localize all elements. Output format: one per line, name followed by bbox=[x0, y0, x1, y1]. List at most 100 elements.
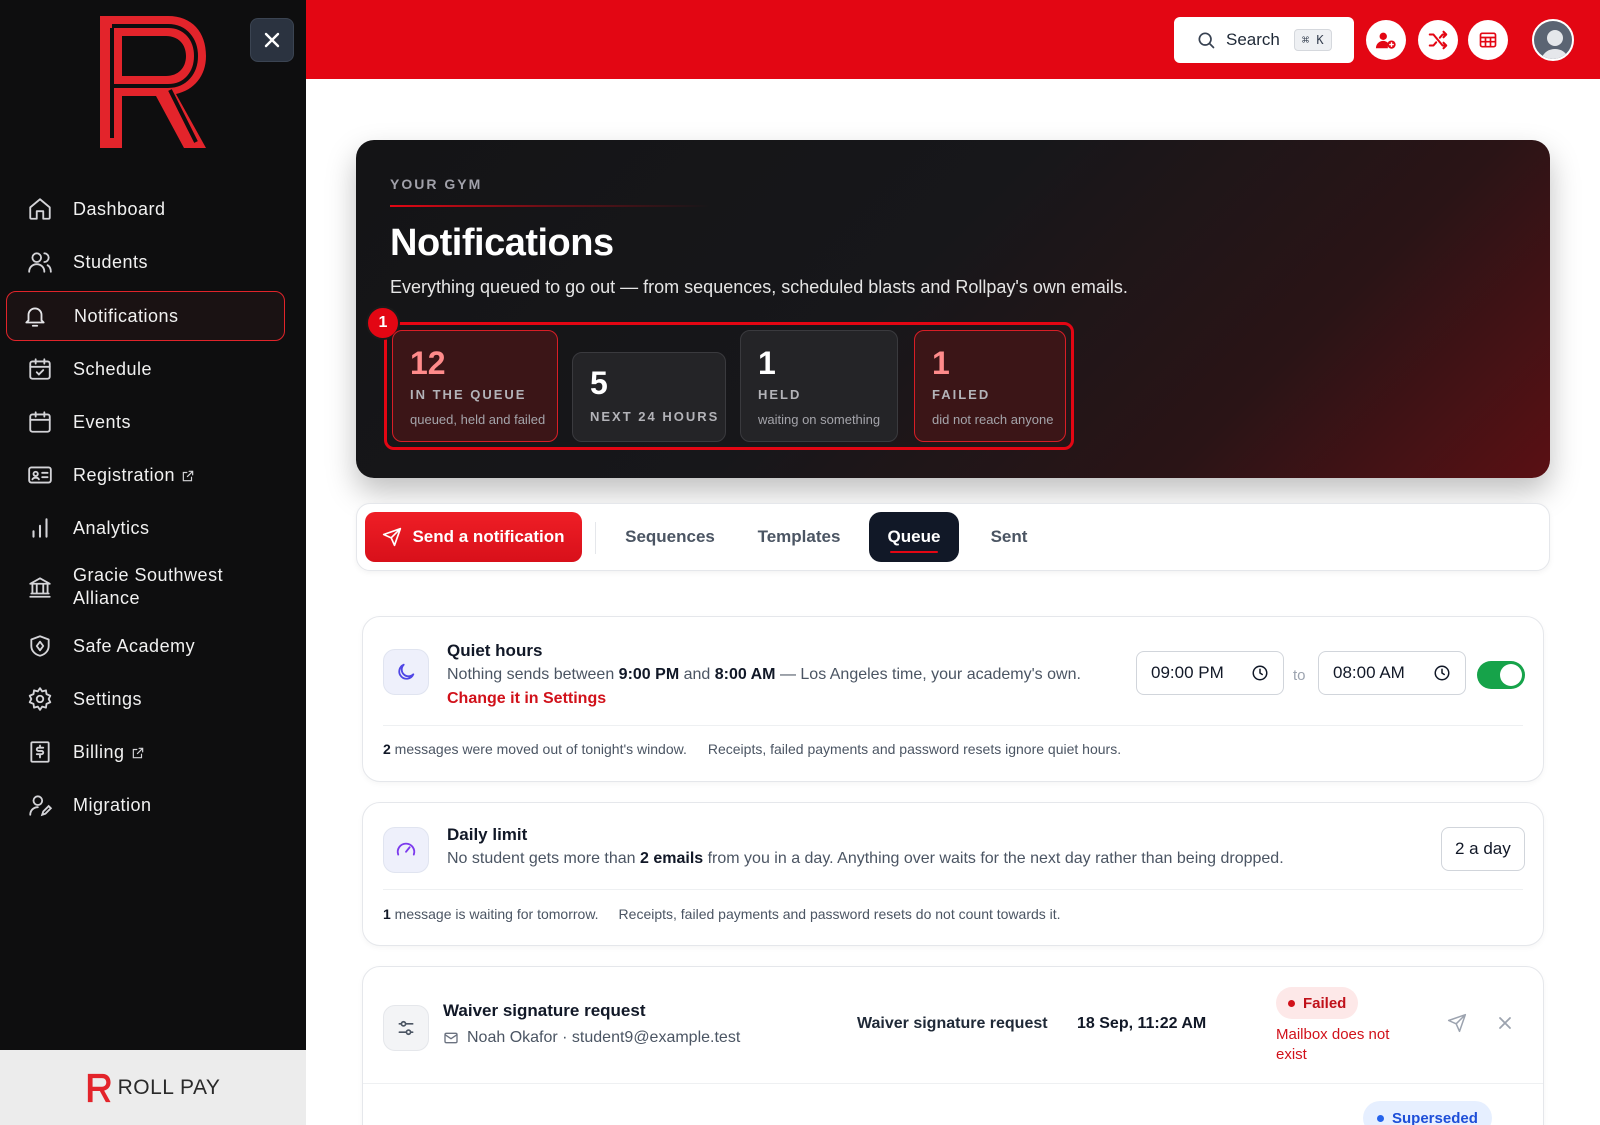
stat-label: NEXT 24 HOURS bbox=[590, 409, 720, 424]
card-divider bbox=[383, 725, 1523, 726]
close-icon bbox=[264, 32, 280, 48]
dl-note-extra: Receipts, failed payments and password r… bbox=[618, 906, 1061, 922]
status-dot bbox=[1377, 1114, 1384, 1122]
search-button[interactable]: Search ⌘ K bbox=[1174, 17, 1354, 63]
quiet-hours-from-input[interactable]: 09:00 PM bbox=[1136, 651, 1284, 695]
sidebar-item-label: Analytics bbox=[73, 517, 150, 538]
toggle-knob bbox=[1500, 664, 1522, 686]
search-icon bbox=[1198, 32, 1215, 49]
avatar[interactable] bbox=[1532, 19, 1574, 61]
dollar-icon bbox=[26, 738, 54, 766]
sidebar-item-students[interactable]: Students bbox=[6, 237, 285, 287]
sidebar-item-migration[interactable]: Migration bbox=[6, 780, 285, 830]
tab-queue-label: Queue bbox=[887, 527, 941, 546]
status-label: Failed bbox=[1303, 994, 1347, 1012]
stat-card-in-queue[interactable]: 12 IN THE QUEUE queued, held and failed bbox=[392, 330, 558, 442]
close-sidebar-button[interactable] bbox=[250, 18, 294, 62]
stat-value: 1 bbox=[932, 345, 950, 381]
sidebar-item-label: Billing bbox=[73, 741, 145, 764]
home-icon bbox=[26, 195, 54, 223]
user-add-button[interactable] bbox=[1366, 20, 1406, 60]
search-shortcut: ⌘ K bbox=[1293, 29, 1332, 51]
dl-note-count: 1 bbox=[383, 906, 391, 922]
stat-card-held[interactable]: 1 HELD waiting on something bbox=[740, 330, 898, 442]
notifications-hero: YOUR GYM Notifications Everything queued… bbox=[356, 140, 1550, 478]
quiet-hours-title: Quiet hours bbox=[447, 641, 543, 660]
sidebar-item-safe-academy[interactable]: Safe Academy bbox=[6, 621, 285, 671]
card-divider bbox=[383, 889, 1523, 890]
id-card-icon bbox=[26, 461, 54, 489]
sidebar-item-notifications[interactable]: Notifications bbox=[6, 291, 285, 341]
send-icon bbox=[383, 527, 402, 547]
queue-item-recipient: Noah Okafor · student9@example.test bbox=[443, 1029, 740, 1047]
stat-label: HELD bbox=[758, 387, 802, 402]
external-link-icon bbox=[182, 470, 194, 481]
user-plus-icon bbox=[1375, 32, 1396, 49]
external-link-icon bbox=[132, 747, 143, 758]
tab-sequences[interactable]: Sequences bbox=[613, 512, 727, 562]
active-tab-underline bbox=[890, 551, 938, 553]
sidebar-item-label: Settings bbox=[73, 688, 143, 709]
grid-button[interactable] bbox=[1468, 20, 1508, 60]
tab-templates[interactable]: Templates bbox=[741, 512, 857, 562]
stat-card-failed[interactable]: 1 FAILED did not reach anyone bbox=[914, 330, 1066, 442]
quiet-hours-to-input[interactable]: 08:00 AM bbox=[1318, 651, 1466, 695]
sidebar-item-dashboard[interactable]: Dashboard bbox=[6, 184, 285, 234]
rollpay-mini-logo bbox=[87, 1073, 111, 1102]
shield-icon bbox=[26, 632, 54, 660]
change-in-settings-link[interactable]: Change it in Settings bbox=[447, 690, 606, 708]
clock-icon bbox=[1252, 665, 1268, 681]
shuffle-button[interactable] bbox=[1418, 20, 1458, 60]
qh-from-bold: 9:00 PM bbox=[618, 666, 680, 683]
close-icon bbox=[1499, 1017, 1511, 1029]
dl-note-text: message is waiting for tomorrow. bbox=[390, 906, 599, 922]
qh-note-text: messages were moved out of tonight's win… bbox=[390, 741, 687, 757]
status-label: Superseded bbox=[1392, 1109, 1478, 1125]
send-notification-button[interactable]: Send a notification bbox=[365, 512, 582, 562]
to-time-value: 08:00 AM bbox=[1333, 663, 1405, 682]
billing-label: Billing bbox=[73, 741, 125, 762]
footer-brand-name: ROLL PAY bbox=[117, 1075, 221, 1099]
sidebar-item-label: Schedule bbox=[73, 358, 153, 379]
queue-item-date: 18 Sep, 11:22 AM bbox=[1077, 1015, 1207, 1032]
queue-item-template: Waiver signature request bbox=[857, 1015, 1048, 1032]
quiet-hours-toggle[interactable] bbox=[1477, 661, 1525, 689]
sidebar-item-billing[interactable]: Billing bbox=[6, 727, 285, 777]
stat-value: 12 bbox=[410, 345, 446, 381]
eyebrow-divider bbox=[390, 205, 710, 207]
quiet-hours-card: Quiet hours Nothing sends between 9:00 P… bbox=[362, 616, 1544, 782]
sidebar-item-events[interactable]: Events bbox=[6, 397, 285, 447]
users-icon bbox=[26, 248, 54, 276]
tab-sent[interactable]: Sent bbox=[971, 512, 1047, 562]
sidebar-item-settings[interactable]: Settings bbox=[6, 674, 285, 724]
queue-list: Waiver signature request Noah Okafor · s… bbox=[362, 966, 1544, 1125]
status-reason: Mailbox does not exist bbox=[1276, 1026, 1390, 1063]
daily-limit-description: No student gets more than 2 emails from … bbox=[447, 850, 1284, 868]
rollpay-logo bbox=[100, 16, 206, 148]
calendar-check-icon bbox=[26, 355, 54, 383]
sidebar-item-label: Dashboard bbox=[73, 198, 166, 219]
gauge-icon bbox=[383, 827, 429, 873]
sidebar-item-registration[interactable]: Registration bbox=[6, 450, 285, 500]
stat-label: FAILED bbox=[932, 387, 991, 402]
send-notification-label: Send a notification bbox=[412, 527, 565, 546]
status-badge: Superseded bbox=[1363, 1101, 1492, 1125]
daily-limit-select[interactable]: 2 a day bbox=[1441, 827, 1525, 871]
stat-card-next-24-hours[interactable]: 5 NEXT 24 HOURS bbox=[572, 352, 726, 442]
daily-limit-title: Daily limit bbox=[447, 825, 528, 844]
qh-note-extra: Receipts, failed payments and password r… bbox=[707, 741, 1122, 757]
stat-value: 1 bbox=[758, 345, 776, 381]
qh-text-mid: and bbox=[679, 666, 715, 683]
daily-limit-card: Daily limit No student gets more than 2 … bbox=[362, 802, 1544, 946]
tab-queue[interactable]: Queue bbox=[869, 512, 959, 562]
sidebar-item-gracie-southwest-alliance[interactable]: Gracie Southwest Alliance bbox=[6, 556, 285, 618]
gear-icon bbox=[26, 685, 54, 713]
resend-button[interactable] bbox=[1443, 1009, 1471, 1037]
page-subtitle: Everything queued to go out — from seque… bbox=[390, 277, 1128, 297]
sidebar-item-analytics[interactable]: Analytics bbox=[6, 503, 285, 553]
calendar-icon bbox=[26, 408, 54, 436]
remove-button[interactable] bbox=[1491, 1009, 1519, 1037]
sidebar-item-schedule[interactable]: Schedule bbox=[6, 344, 285, 394]
bell-icon bbox=[21, 302, 49, 330]
tab-divider bbox=[595, 522, 596, 554]
